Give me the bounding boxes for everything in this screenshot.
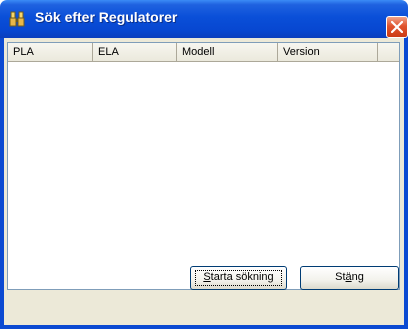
column-header-pla[interactable]: PLA (8, 43, 93, 61)
list-header: PLA ELA Modell Version (8, 43, 399, 62)
column-header-version[interactable]: Version (278, 43, 378, 61)
start-search-button[interactable]: Starta sökning (190, 266, 287, 290)
close-button[interactable] (386, 16, 408, 38)
regulator-list[interactable]: PLA ELA Modell Version (7, 42, 400, 290)
window-frame-bottom (0, 325, 408, 329)
column-header-ela[interactable]: ELA (93, 43, 177, 61)
close-dialog-label: Stäng (335, 271, 364, 283)
title-bar[interactable]: Sök efter Regulatorer (0, 0, 408, 38)
window-title: Sök efter Regulatorer (35, 9, 178, 25)
dialog-window: Sök efter Regulatorer PLA ELA Modell Ver… (0, 0, 408, 329)
list-body[interactable] (8, 62, 399, 289)
column-header-modell[interactable]: Modell (177, 43, 278, 61)
column-header-filler (378, 43, 399, 61)
binoculars-icon (9, 11, 25, 27)
window-frame-right (404, 38, 408, 329)
close-dialog-button[interactable]: Stäng (300, 266, 399, 290)
start-search-label: Starta sökning (203, 271, 274, 283)
close-icon (391, 21, 403, 33)
